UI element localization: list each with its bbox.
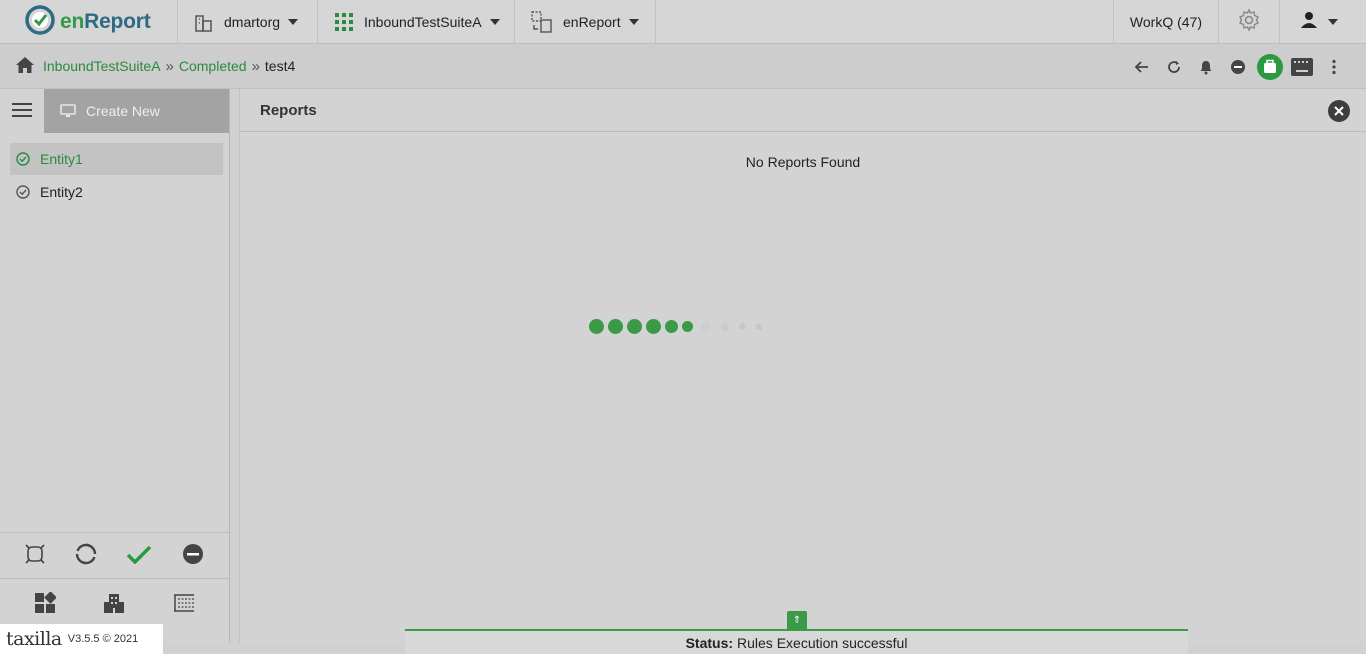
reports-panel: Reports No Reports Found [239, 89, 1366, 643]
buildings-icon [194, 12, 214, 32]
loader-dot [608, 319, 623, 334]
app-selector[interactable]: enReport [515, 0, 656, 43]
more-vertical-icon[interactable] [1318, 51, 1350, 83]
close-button[interactable] [1328, 100, 1350, 122]
chevron-down-icon [288, 18, 299, 25]
loading-indicator [589, 319, 762, 334]
minus-circle-icon[interactable] [1222, 51, 1254, 83]
status-bar: Status: Rules Execution successful [405, 629, 1188, 654]
org-selector[interactable]: dmartorg [178, 0, 318, 43]
loader-dot [701, 321, 711, 332]
check-circle-icon [16, 152, 30, 166]
settings-button[interactable] [1218, 0, 1279, 43]
gear-icon [1237, 8, 1261, 35]
home-icon[interactable] [15, 56, 35, 77]
chevron-down-icon [1328, 18, 1338, 25]
entity-list: Entity1 Entity2 [0, 133, 229, 208]
app-label: enReport [563, 13, 621, 30]
user-menu[interactable] [1279, 0, 1366, 43]
entity-label: Entity1 [40, 151, 83, 167]
bell-icon[interactable] [1190, 51, 1222, 83]
select-all-icon[interactable] [25, 544, 45, 567]
monitor-icon [60, 104, 76, 118]
left-panel: Create New Entity1 Entity2 [0, 89, 230, 643]
version-label: V3.5.5 © 2021 [67, 633, 139, 645]
toolbar-actions [1126, 44, 1350, 89]
entity-item-2[interactable]: Entity2 [10, 176, 223, 208]
breadcrumb-separator: » [165, 57, 174, 75]
loader-dot [756, 323, 762, 330]
brand-suffix: Report [84, 9, 151, 33]
table-view-icon[interactable] [173, 593, 195, 616]
organization-icon[interactable] [103, 592, 125, 617]
switch-app-icon [531, 10, 553, 33]
brand-logo[interactable]: enReport [0, 0, 178, 43]
workq-button[interactable]: WorkQ (47) [1112, 0, 1218, 43]
loader-dot [682, 321, 693, 332]
enreport-logo-icon [24, 4, 56, 39]
suite-selector[interactable]: InboundTestSuiteA [318, 0, 515, 43]
minus-circle-icon[interactable] [182, 543, 204, 568]
grid-icon [334, 12, 354, 32]
create-new-button[interactable]: Create New [44, 89, 229, 133]
dashboard-icon[interactable] [34, 591, 57, 617]
menu-toggle[interactable] [0, 89, 44, 133]
brand-prefix: en [60, 9, 85, 33]
hamburger-icon [12, 102, 32, 121]
entity-item-1[interactable]: Entity1 [10, 143, 223, 175]
loader-dot [739, 323, 746, 330]
breadcrumb: InboundTestSuiteA » Completed » test4 [43, 58, 295, 75]
sync-circle-icon[interactable] [75, 543, 97, 568]
suite-label: InboundTestSuiteA [364, 13, 482, 30]
taxilla-logo: taxilla [6, 628, 62, 650]
loader-dot [665, 320, 678, 333]
brand-name: enReport [60, 10, 151, 34]
breadcrumb-bar: InboundTestSuiteA » Completed » test4 [0, 44, 1366, 89]
breadcrumb-link-completed[interactable]: Completed [179, 58, 247, 74]
loader-dot [589, 319, 604, 334]
briefcase-icon[interactable] [1254, 51, 1286, 83]
status-message: Rules Execution successful [737, 634, 908, 651]
entity-filter-bar [0, 532, 229, 578]
reports-header: Reports [240, 89, 1366, 132]
loader-dot [721, 322, 729, 331]
panel-title: Reports [260, 101, 317, 119]
entity-label: Entity2 [40, 184, 83, 200]
back-arrow-icon[interactable] [1126, 51, 1158, 83]
user-icon [1300, 11, 1318, 32]
keyboard-icon[interactable] [1286, 51, 1318, 83]
breadcrumb-current: test4 [264, 58, 296, 74]
check-circle-icon [16, 185, 30, 199]
footer-logo: taxilla V3.5.5 © 2021 [0, 624, 163, 654]
chevron-down-icon [628, 18, 639, 25]
checkmark-icon[interactable] [126, 544, 152, 567]
workq-label: WorkQ (47) [1129, 13, 1202, 30]
chevron-down-icon [489, 18, 500, 25]
loader-dot [627, 319, 642, 334]
arrow-up-icon: ⇑ [792, 614, 802, 626]
refresh-icon[interactable] [1158, 51, 1190, 83]
close-icon [1334, 103, 1344, 120]
breadcrumb-separator: » [251, 57, 260, 75]
create-new-label: Create New [86, 103, 160, 119]
status-toggle[interactable]: ⇑ [787, 611, 807, 629]
left-panel-header: Create New [0, 89, 229, 133]
org-label: dmartorg [224, 13, 281, 30]
empty-state-message: No Reports Found [745, 154, 861, 170]
top-bar: enReport dmartorg InboundTestSuiteA enRe… [0, 0, 1366, 44]
breadcrumb-link-suite[interactable]: InboundTestSuiteA [43, 58, 161, 74]
loader-dot [646, 319, 661, 334]
view-switcher-bar [0, 578, 229, 630]
status-label: Status: [685, 634, 734, 651]
